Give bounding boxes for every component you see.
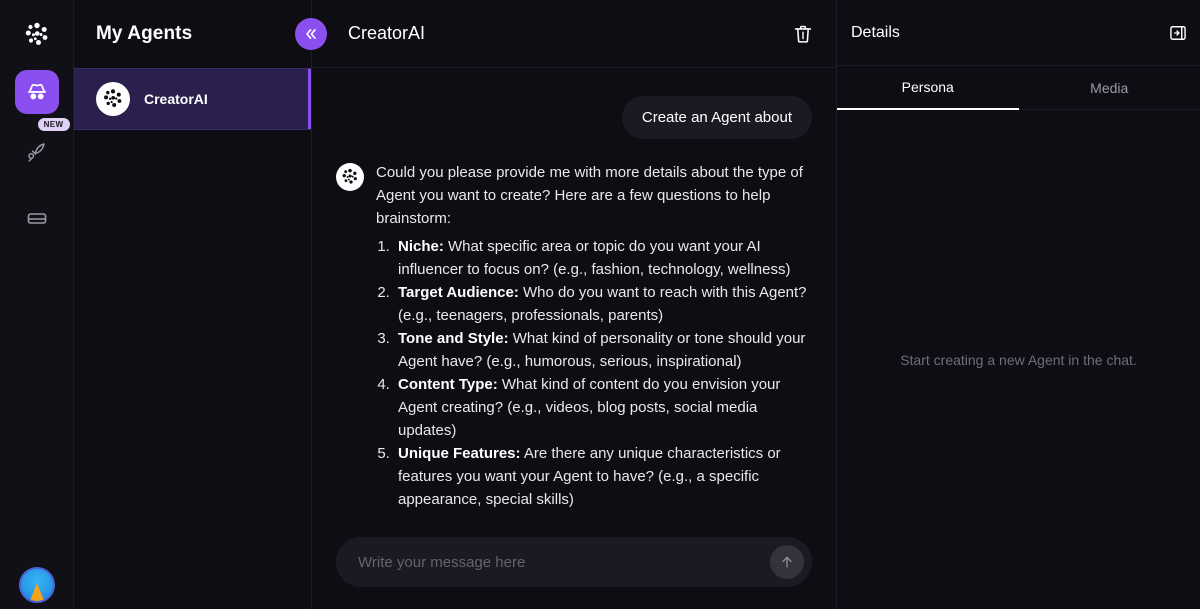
list-item: Target Audience: Who do you want to reac…	[394, 281, 812, 327]
rail-item-launch[interactable]: NEW	[15, 118, 70, 174]
details-panel: Details Persona Media Start creating a n…	[837, 0, 1200, 609]
delete-chat-button[interactable]	[792, 23, 814, 45]
tab-persona[interactable]: Persona	[837, 66, 1019, 110]
chat-title: CreatorAI	[348, 23, 426, 43]
list-item-term: Unique Features:	[398, 445, 521, 462]
list-item-term: Content Type:	[398, 376, 498, 393]
arrow-up-icon	[782, 556, 792, 568]
assistant-message-row: Could you please provide me with more de…	[336, 161, 812, 511]
agents-header: My Agents	[74, 0, 327, 68]
incognito-agent-icon	[27, 83, 46, 100]
app-root: NEW My Agents CreatorAI CreatorAI Create…	[0, 0, 1200, 609]
list-item-text: What specific area or topic do you want …	[398, 238, 791, 278]
agent-list-item-creatorai[interactable]: CreatorAI	[74, 68, 311, 130]
list-item: Tone and Style: What kind of personality…	[394, 327, 812, 373]
rail-item-agents[interactable]	[14, 70, 59, 114]
user-avatar[interactable]	[19, 567, 55, 603]
tab-media[interactable]: Media	[1018, 66, 1200, 110]
list-item: Niche: What specific area or topic do yo…	[394, 235, 812, 281]
assistant-message-intro: Could you please provide me with more de…	[376, 164, 803, 227]
expand-details-button[interactable]	[1168, 23, 1188, 43]
nav-rail: NEW	[0, 0, 74, 609]
composer[interactable]	[336, 537, 812, 587]
agents-title: My Agents	[96, 23, 193, 44]
user-message-row: Create an Agent about	[336, 96, 812, 139]
chat-header: CreatorAI	[312, 0, 836, 68]
card-icon	[27, 213, 46, 224]
chevrons-left-icon	[306, 29, 316, 39]
trash-icon	[794, 25, 812, 43]
agent-list-item-label: CreatorAI	[144, 91, 208, 107]
details-title: Details	[851, 23, 900, 41]
details-tabs: Persona Media	[837, 66, 1200, 110]
assistant-message-list: Niche: What specific area or topic do yo…	[376, 235, 812, 511]
list-item: Unique Features: Are there any unique ch…	[394, 442, 812, 511]
agent-avatar	[96, 82, 130, 116]
rocket-icon	[27, 143, 45, 162]
new-badge: NEW	[37, 118, 70, 131]
collapse-sidebar-button[interactable]	[295, 18, 327, 50]
chat-messages: Create an Agent about Could you please p…	[312, 68, 836, 537]
chat-panel: CreatorAI Create an Agent about Could yo…	[312, 0, 837, 609]
send-message-button[interactable]	[770, 545, 804, 579]
composer-container	[312, 537, 836, 609]
dot-cluster-logo-icon	[342, 168, 357, 184]
message-input[interactable]	[358, 553, 770, 571]
rail-item-cards[interactable]	[15, 196, 59, 240]
details-empty-text: Start creating a new Agent in the chat.	[900, 351, 1137, 368]
details-header: Details	[837, 0, 1200, 66]
app-logo	[18, 16, 56, 54]
dot-cluster-logo-icon	[25, 22, 47, 45]
assistant-avatar	[336, 163, 364, 191]
list-item-term: Niche:	[398, 238, 444, 255]
panel-expand-icon	[1170, 25, 1186, 40]
list-item-term: Target Audience:	[398, 284, 519, 301]
dot-cluster-logo-icon	[104, 89, 122, 107]
agents-panel: My Agents CreatorAI	[74, 0, 327, 609]
details-content: Start creating a new Agent in the chat.	[837, 110, 1200, 609]
list-item-term: Tone and Style:	[398, 330, 509, 347]
list-item: Content Type: What kind of content do yo…	[394, 373, 812, 442]
user-message-bubble: Create an Agent about	[621, 96, 812, 139]
